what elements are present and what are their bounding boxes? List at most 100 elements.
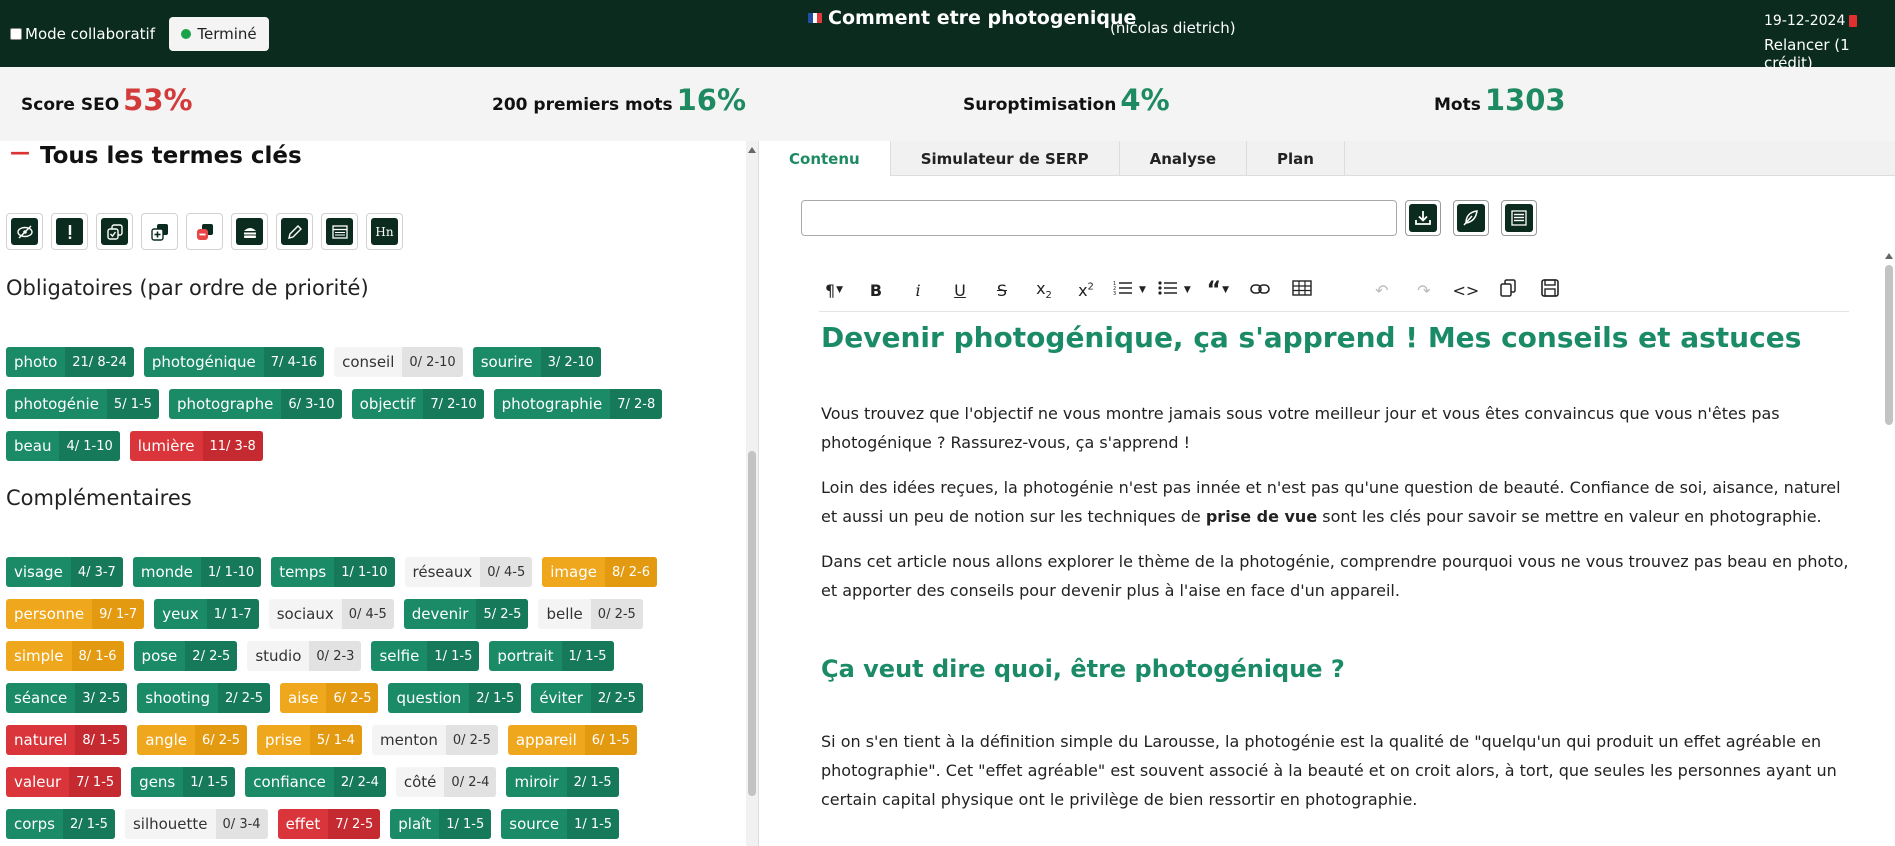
keyword-chip[interactable]: visage 4/ 3-7 bbox=[6, 557, 123, 587]
keyword-chip[interactable]: temps 1/ 1-10 bbox=[271, 557, 395, 587]
link-button[interactable] bbox=[1245, 275, 1275, 305]
scrollbar-thumb[interactable] bbox=[748, 451, 756, 796]
keyword-chip[interactable]: photographie 7/ 2-8 bbox=[493, 389, 663, 419]
scroll-up-icon[interactable] bbox=[748, 147, 756, 153]
keyword-chip[interactable]: confiance 2/ 2-4 bbox=[245, 767, 386, 797]
status-button[interactable]: Terminé bbox=[169, 17, 269, 51]
article-paragraph[interactable]: Vous trouvez que l'objectif ne vous mont… bbox=[821, 399, 1861, 457]
keyword-chip[interactable]: miroir 2/ 1-5 bbox=[506, 767, 619, 797]
ordered-list-button[interactable]: 1 2 3 ▼ bbox=[1113, 275, 1146, 305]
strikethrough-icon: S bbox=[996, 280, 1008, 300]
keyword-panel-scrollbar[interactable] bbox=[746, 141, 758, 846]
keyword-chip[interactable]: effet 7/ 2-5 bbox=[277, 809, 381, 839]
keyword-chip[interactable]: yeux 1/ 1-7 bbox=[154, 599, 259, 629]
delete-icon[interactable] bbox=[1849, 15, 1858, 27]
collab-mode-toggle[interactable]: Mode collaboratif bbox=[10, 25, 155, 43]
keyword-chip[interactable]: plaît 1/ 1-5 bbox=[390, 809, 492, 839]
keyword-chip[interactable]: sociaux 0/ 4-5 bbox=[268, 599, 394, 629]
keyword-chip[interactable]: belle 0/ 2-5 bbox=[538, 599, 643, 629]
keyword-chip[interactable]: source 1/ 1-5 bbox=[501, 809, 620, 839]
collab-checkbox[interactable] bbox=[10, 28, 22, 40]
superscript-button[interactable]: x2 bbox=[1071, 275, 1101, 305]
burger-button[interactable] bbox=[231, 213, 268, 250]
bold-button[interactable]: B bbox=[861, 275, 891, 305]
important-keywords-button[interactable] bbox=[51, 213, 88, 250]
keyword-chip[interactable]: valeur 7/ 1-5 bbox=[6, 767, 122, 797]
strikethrough-button[interactable]: S bbox=[987, 275, 1017, 305]
redo-button[interactable]: ↷ bbox=[1409, 275, 1439, 305]
keyword-chip[interactable]: gens 1/ 1-5 bbox=[131, 767, 236, 797]
keyword-chip[interactable]: appareil 6/ 1-5 bbox=[507, 725, 637, 755]
underline-button[interactable]: U bbox=[945, 275, 975, 305]
keyword-chip[interactable]: séance 3/ 2-5 bbox=[6, 683, 128, 713]
keyword-chip[interactable]: monde 1/ 1-10 bbox=[132, 557, 262, 587]
keyword-chip[interactable]: sourire 3/ 2-10 bbox=[472, 347, 601, 377]
keyword-chip[interactable]: photo 21/ 8-24 bbox=[6, 347, 134, 377]
keyword-chip[interactable]: réseaux 0/ 4-5 bbox=[404, 557, 533, 587]
keyword-chip[interactable]: selfie 1/ 1-5 bbox=[371, 641, 480, 671]
rewrite-button[interactable] bbox=[1453, 200, 1489, 236]
keyword-chip[interactable]: simple 8/ 1-6 bbox=[6, 641, 124, 671]
keyword-chip[interactable]: aise 6/ 2-5 bbox=[280, 683, 379, 713]
keyword-chip[interactable]: menton 0/ 2-5 bbox=[371, 725, 498, 755]
download-button[interactable] bbox=[1405, 200, 1441, 236]
keyword-chip[interactable]: personne 9/ 1-7 bbox=[6, 599, 145, 629]
keyword-chip[interactable]: côté 0/ 2-4 bbox=[395, 767, 497, 797]
tab-analyse[interactable]: Analyse bbox=[1120, 141, 1248, 176]
subscript-button[interactable]: x2 bbox=[1029, 275, 1059, 305]
title-input[interactable] bbox=[801, 200, 1397, 236]
keywords-section-header[interactable]: — Tous les termes clés bbox=[10, 142, 302, 169]
keyword-chip[interactable]: studio 0/ 2-3 bbox=[247, 641, 362, 671]
scrollbar-thumb[interactable] bbox=[1885, 265, 1893, 425]
quote-button[interactable]: “▼ bbox=[1203, 275, 1233, 305]
article-paragraph[interactable]: Loin des idées reçues, la photogénie n'e… bbox=[821, 473, 1861, 531]
paragraph-format-button[interactable]: ¶ ▼ bbox=[819, 275, 849, 305]
copy-button[interactable] bbox=[1493, 275, 1523, 305]
keyword-chip[interactable]: pose 2/ 2-5 bbox=[133, 641, 238, 671]
italic-button[interactable]: i bbox=[903, 275, 933, 305]
copy-minus-button[interactable] bbox=[186, 213, 223, 250]
article-paragraph[interactable]: Si on s'en tient à la définition simple … bbox=[821, 727, 1861, 814]
keyword-chip[interactable]: silhouette 0/ 3-4 bbox=[124, 809, 268, 839]
article-heading-2[interactable]: Ça veut dire quoi, être photogénique ? bbox=[821, 655, 1861, 684]
keyword-chip[interactable]: éviter 2/ 2-5 bbox=[531, 683, 643, 713]
keyword-chip[interactable]: beau 4/ 1-10 bbox=[6, 431, 120, 461]
keyword-chip[interactable]: image 8/ 2-6 bbox=[542, 557, 658, 587]
collapse-icon[interactable]: — bbox=[10, 142, 30, 162]
keyword-chip-count: 9/ 1-7 bbox=[92, 599, 145, 629]
keyword-chip[interactable]: devenir 5/ 2-5 bbox=[403, 599, 529, 629]
keyword-chip[interactable]: photographe 6/ 3-10 bbox=[168, 389, 342, 419]
edit-keywords-button[interactable] bbox=[276, 213, 313, 250]
rich-text-editor[interactable]: Devenir photogénique, ça s'apprend ! Mes… bbox=[821, 321, 1861, 846]
keyword-chip[interactable]: objectif 7/ 2-10 bbox=[351, 389, 484, 419]
article-heading-1[interactable]: Devenir photogénique, ça s'apprend ! Mes… bbox=[821, 321, 1861, 355]
keyword-chip[interactable]: conseil 0/ 2-10 bbox=[334, 347, 463, 377]
keyword-chip[interactable]: question 2/ 1-5 bbox=[388, 683, 522, 713]
keyword-chip[interactable]: lumière 11/ 3-8 bbox=[129, 431, 263, 461]
keyword-chip[interactable]: photogénique 7/ 4-16 bbox=[143, 347, 325, 377]
keyword-chip[interactable]: angle 6/ 2-5 bbox=[137, 725, 248, 755]
tab-plan[interactable]: Plan bbox=[1247, 141, 1345, 176]
tab-contenu[interactable]: Contenu bbox=[759, 141, 891, 176]
table-button[interactable] bbox=[1287, 275, 1317, 305]
article-paragraph[interactable]: Dans cet article nous allons explorer le… bbox=[821, 547, 1861, 605]
copy-check-button[interactable] bbox=[96, 213, 133, 250]
keyword-chip[interactable]: portrait 1/ 1-5 bbox=[489, 641, 614, 671]
hn-button[interactable]: Hn bbox=[366, 213, 403, 250]
tab-serp-simulator[interactable]: Simulateur de SERP bbox=[891, 141, 1120, 176]
save-button[interactable] bbox=[1535, 275, 1565, 305]
undo-button[interactable]: ↶ bbox=[1367, 275, 1397, 305]
keyword-chip[interactable]: photogénie 5/ 1-5 bbox=[6, 389, 159, 419]
keyword-chip[interactable]: naturel 8/ 1-5 bbox=[6, 725, 128, 755]
scroll-up-icon[interactable] bbox=[1885, 253, 1893, 259]
editor-scrollbar[interactable] bbox=[1884, 253, 1894, 846]
keyword-chip[interactable]: prise 5/ 1-4 bbox=[257, 725, 362, 755]
source-code-button[interactable]: <> bbox=[1451, 275, 1481, 305]
bullet-list-button[interactable]: ▼ bbox=[1158, 275, 1191, 305]
outline-button[interactable] bbox=[1501, 200, 1537, 236]
table-view-button[interactable] bbox=[321, 213, 358, 250]
keyword-chip[interactable]: shooting 2/ 2-5 bbox=[137, 683, 271, 713]
copy-plus-button[interactable] bbox=[141, 213, 178, 250]
hide-keywords-button[interactable] bbox=[6, 213, 43, 250]
keyword-chip[interactable]: corps 2/ 1-5 bbox=[6, 809, 115, 839]
